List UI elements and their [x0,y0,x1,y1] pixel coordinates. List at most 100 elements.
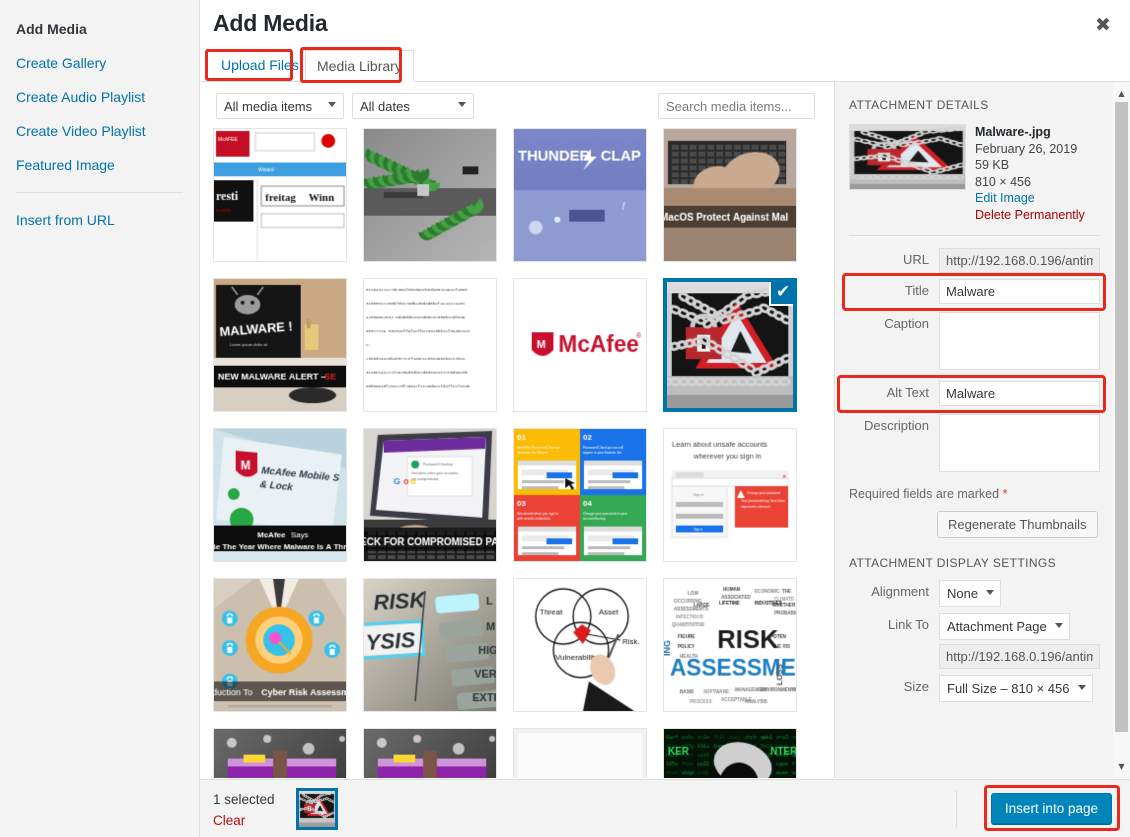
attachment-dimensions: 810 × 456 [975,174,1100,191]
media-menu-sidebar: Add Media Create Gallery Create Audio Pl… [0,0,200,837]
size-field-row: Size Full Size – 810 × 456 [849,675,1100,702]
required-star: * [1003,487,1008,501]
alignment-label: Alignment [849,580,939,599]
attachment-details-panel: ATTACHMENT DETAILS Malware-.jpg February… [834,82,1114,778]
media-item-thunderclap-laptop-port[interactable] [513,128,647,262]
title-label: Title [849,279,939,298]
link-to-label: Link To [849,613,939,632]
media-item-mcafee-mobile-security-lock[interactable] [213,428,347,562]
selected-count-label: 1 selected [213,792,275,807]
scroll-down-icon[interactable]: ▼ [1113,758,1130,775]
close-icon[interactable]: ✖ [1088,10,1118,40]
selected-check-icon[interactable]: ✔ [769,278,797,306]
media-item-malware-warning-chains[interactable]: ✔ [663,278,797,412]
media-item-mcafee-form-screenshot[interactable] [213,128,347,262]
size-value: Full Size – 810 × 456 [947,681,1070,696]
attachment-metadata: Malware-.jpg February 26, 2019 59 KB 810… [975,124,1100,223]
url-field-row: URL [849,248,1100,273]
modal-tabs: Upload Files Media Library [200,50,1130,82]
link-to-field-row: Link To Attachment Page [849,613,1100,640]
media-item-risk-assessment-word-cloud[interactable] [663,578,797,712]
sidebar-item-create-gallery[interactable]: Create Gallery [0,46,199,80]
description-textarea[interactable] [939,414,1100,472]
date-filter-value: All dates [360,99,410,114]
details-panel-scrollbar[interactable]: ▲ ▼ [1113,82,1130,778]
media-type-filter-value: All media items [224,99,312,114]
search-input[interactable] [658,93,815,119]
required-fields-text: Required fields are marked [849,487,999,501]
link-url-field-row [849,644,1100,669]
media-item-hacker-hooded-green-code[interactable] [663,728,797,778]
attachment-date: February 26, 2019 [975,141,1100,158]
regenerate-thumbnails-button[interactable]: Regenerate Thumbnails [937,511,1098,538]
date-filter[interactable]: All dates [352,93,474,119]
media-item-threat-asset-vulnerability-venn[interactable] [513,578,647,712]
url-input[interactable] [939,248,1100,273]
alignment-field-row: Alignment None [849,580,1100,607]
media-item-check-for-compromised-passwords[interactable] [363,428,497,562]
alignment-value: None [947,586,978,601]
required-fields-note: Required fields are marked * [849,487,1100,501]
title-field-row: Title [849,279,1100,304]
link-url-label [849,644,939,648]
insert-into-page-button[interactable]: Insert into page [991,793,1112,824]
chevron-down-icon [1078,685,1086,690]
media-item-hex-code-dump[interactable] [363,278,497,412]
alt-text-input[interactable] [939,381,1100,406]
attachment-details-heading: ATTACHMENT DETAILS [849,98,1100,112]
clear-selection-link[interactable]: Clear [213,813,245,828]
title-input[interactable] [939,279,1100,304]
tab-upload-files[interactable]: Upload Files [210,50,310,81]
link-url-input[interactable] [939,644,1100,669]
attachment-thumbnail[interactable] [849,124,966,190]
media-item-blank-placeholder[interactable] [513,728,647,778]
add-media-modal: Add Media Create Gallery Create Audio Pl… [0,0,1130,837]
sidebar-item-create-video-playlist[interactable]: Create Video Playlist [0,114,199,148]
delete-permanently-link[interactable]: Delete Permanently [975,207,1100,224]
sidebar-item-add-media[interactable]: Add Media [0,12,199,46]
media-item-password-checkup-steps-grid[interactable] [513,428,647,562]
size-label: Size [849,675,939,694]
page-title: Add Media [213,10,327,37]
scroll-up-icon[interactable]: ▲ [1113,85,1130,102]
media-item-new-malware-alert[interactable] [213,278,347,412]
tab-media-library[interactable]: Media Library [305,50,414,82]
modal-footer: 1 selected Clear Insert into page [200,779,1130,837]
description-field-row: Description [849,414,1100,477]
caption-field-row: Caption [849,312,1100,375]
media-item-green-cables-laptop[interactable] [363,128,497,262]
chevron-down-icon [458,102,466,107]
media-item-learn-about-unsafe-accounts[interactable] [663,428,797,562]
media-item-winrar-archive-icon-2[interactable] [363,728,497,778]
sidebar-item-insert-from-url[interactable]: Insert from URL [0,203,199,237]
sidebar-divider [16,192,183,193]
description-label: Description [849,414,939,433]
sidebar-item-featured-image[interactable]: Featured Image [0,148,199,182]
media-type-filter[interactable]: All media items [216,93,344,119]
chevron-down-icon [328,102,336,107]
link-to-value: Attachment Page [947,619,1047,634]
scrollbar-thumb[interactable] [1115,102,1128,732]
chevron-down-icon [1055,623,1063,628]
footer-selected-thumbnail[interactable] [296,788,338,830]
display-settings-heading: ATTACHMENT DISPLAY SETTINGS [849,556,1100,570]
caption-textarea[interactable] [939,312,1100,370]
link-to-select[interactable]: Attachment Page [939,613,1070,640]
media-item-intro-to-cyber-risk-assessment[interactable] [213,578,347,712]
size-select[interactable]: Full Size – 810 × 456 [939,675,1093,702]
sidebar-item-create-audio-playlist[interactable]: Create Audio Playlist [0,80,199,114]
footer-divider [956,790,957,828]
alignment-select[interactable]: None [939,580,1001,607]
media-item-winrar-archive-icon-1[interactable] [213,728,347,778]
media-item-mcafee-logo[interactable] [513,278,647,412]
media-item-macos-protect-against-malware[interactable] [663,128,797,262]
chevron-down-icon [986,590,994,595]
media-item-risk-analysis-keypad[interactable] [363,578,497,712]
alt-text-label: Alt Text [849,381,939,400]
caption-label: Caption [849,312,939,331]
alt-text-field-row: Alt Text [849,381,1100,406]
url-label: URL [849,248,939,267]
attachment-filename: Malware-.jpg [975,124,1100,141]
edit-image-link[interactable]: Edit Image [975,190,1100,207]
details-divider [849,235,1100,236]
